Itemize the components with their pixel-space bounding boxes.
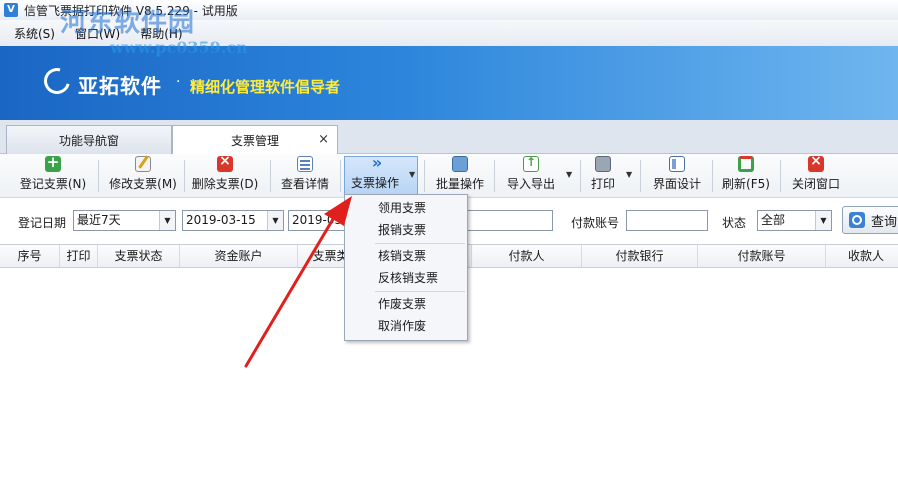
dropdown-arrow-icon[interactable]: ▼ [626, 170, 632, 179]
banner: 亚拓软件 · 精细化管理软件倡导者 [0, 46, 898, 120]
delete-icon [217, 153, 233, 172]
chevron-down-icon[interactable]: ▼ [159, 211, 175, 230]
button-label: 修改支票(M) [109, 177, 177, 191]
toolbar-divider [424, 160, 425, 192]
chevron-down-icon[interactable]: ▼ [267, 211, 283, 230]
dropdown-arrow-icon[interactable]: ▼ [566, 170, 572, 179]
batch-operations-button[interactable]: 批量操作 [430, 156, 490, 196]
menu-divider [375, 243, 465, 244]
close-window-icon [808, 153, 824, 172]
toolbar-divider [184, 160, 185, 192]
menu-system[interactable]: 系统(S) [4, 25, 65, 42]
cheque-operations-menu: 领用支票 报销支票 核销支票 反核销支票 作废支票 取消作废 [344, 194, 468, 341]
toolbar-divider [640, 160, 641, 192]
menu-divider [375, 291, 465, 292]
button-label: 界面设计 [652, 177, 701, 191]
date-to-picker[interactable]: 2019-03- [288, 210, 348, 231]
menu-item-void-cheque[interactable]: 作废支票 [346, 293, 466, 315]
button-label: 查询 [871, 214, 898, 230]
layout-icon [669, 156, 685, 172]
close-window-button[interactable]: 关闭窗口 [786, 153, 846, 196]
column-header-payee[interactable]: 收款人 [826, 245, 898, 267]
import-export-button[interactable]: 导入导出 [500, 155, 562, 196]
tab-function-nav[interactable]: 功能导航窗 [6, 125, 172, 154]
toolbar-divider [270, 160, 271, 192]
column-header-payer-account[interactable]: 付款账号 [698, 245, 826, 267]
menu-item-reverse-writeoff[interactable]: 反核销支票 [346, 267, 466, 289]
button-label: 查看详情 [280, 177, 329, 191]
tab-strip: 功能导航窗 支票管理 × [0, 120, 898, 155]
import-export-icon [523, 155, 539, 172]
button-label: 批量操作 [435, 177, 484, 191]
add-icon [45, 153, 61, 172]
button-label: 登记支票(N) [19, 177, 87, 191]
company-slogan: 精细化管理软件倡导者 [190, 78, 341, 96]
double-chevron-icon: » [371, 153, 383, 172]
refresh-icon [738, 156, 754, 172]
query-button[interactable]: 查询 [842, 206, 898, 234]
tab-label: 功能导航窗 [58, 133, 119, 148]
date-range-value: 最近7天 [77, 213, 121, 227]
button-label: 删除支票(D) [191, 177, 259, 191]
tab-cheque-management[interactable]: 支票管理 × [172, 125, 338, 155]
chevron-down-icon[interactable]: ▼ [815, 211, 831, 230]
menu-item-cancel-void[interactable]: 取消作废 [346, 315, 466, 337]
tab-label: 支票管理 [230, 134, 279, 148]
column-header-payer[interactable]: 付款人 [472, 245, 582, 267]
toolbar-divider [494, 160, 495, 192]
date-range-select[interactable]: 最近7天 ▼ [73, 210, 176, 231]
print-button[interactable]: 打印 [584, 156, 622, 196]
tab-close-icon[interactable]: × [318, 132, 329, 147]
toolbar-divider [340, 160, 341, 192]
button-label: 导入导出 [506, 177, 555, 191]
batch-icon [452, 156, 468, 172]
date-from-value: 2019-03-15 [186, 213, 256, 227]
menu-item-reimburse-cheque[interactable]: 报销支票 [346, 219, 466, 241]
column-header-payer-bank[interactable]: 付款银行 [582, 245, 698, 267]
refresh-button[interactable]: 刷新(F5) [716, 156, 776, 196]
banner-dot: · [176, 74, 181, 90]
status-value: 全部 [761, 213, 786, 227]
account-input[interactable] [626, 210, 708, 231]
company-logo-icon [39, 63, 75, 99]
column-header-fund-account[interactable]: 资金账户 [180, 245, 298, 267]
dropdown-arrow-icon[interactable]: ▼ [409, 170, 415, 179]
edit-cheque-button[interactable]: 修改支票(M) [104, 156, 182, 196]
column-header-print[interactable]: 打印 [60, 245, 98, 267]
watermark: 河东软件园 [60, 8, 196, 38]
toolbar-divider [580, 160, 581, 192]
menu-item-receive-cheque[interactable]: 领用支票 [346, 197, 466, 219]
app-window: V 信管飞票据打印软件 V8.5.229 - 试用版 系统(S) 窗口(W) 帮… [0, 0, 898, 499]
edit-icon [135, 156, 151, 172]
search-icon [849, 212, 865, 228]
app-icon: V [4, 3, 18, 17]
printer-icon [595, 156, 611, 172]
keyword-input[interactable] [466, 210, 553, 231]
button-label: 支票操作 [351, 176, 400, 190]
date-to-value: 2019-03- [292, 213, 347, 227]
toolbar-divider [712, 160, 713, 192]
toolbar: 登记支票(N) 修改支票(M) 删除支票(D) 查看详情 » 支票操作 ▼ 批量… [0, 153, 898, 198]
view-details-button[interactable]: 查看详情 [274, 156, 336, 196]
menu-item-writeoff-cheque[interactable]: 核销支票 [346, 245, 466, 267]
button-label: 打印 [590, 177, 615, 191]
status-label: 状态 [722, 216, 747, 230]
delete-cheque-button[interactable]: 删除支票(D) [186, 153, 264, 196]
date-label: 登记日期 [18, 216, 67, 230]
button-label: 刷新(F5) [722, 177, 770, 191]
column-header-status[interactable]: 支票状态 [98, 245, 180, 267]
column-header-index[interactable]: 序号 [0, 245, 60, 267]
date-from-picker[interactable]: 2019-03-15 ▼ [182, 210, 284, 231]
button-label: 关闭窗口 [791, 177, 840, 191]
status-select[interactable]: 全部 ▼ [757, 210, 832, 231]
register-cheque-button[interactable]: 登记支票(N) [14, 153, 92, 196]
watermark-url: www.pc0359.cn [110, 38, 248, 57]
ui-design-button[interactable]: 界面设计 [646, 156, 708, 196]
toolbar-divider [780, 160, 781, 192]
company-name: 亚拓软件 [78, 74, 162, 98]
toolbar-divider [98, 160, 99, 192]
account-label: 付款账号 [571, 216, 620, 230]
cheque-operations-button[interactable]: » 支票操作 [344, 153, 418, 196]
detail-icon [297, 156, 313, 172]
